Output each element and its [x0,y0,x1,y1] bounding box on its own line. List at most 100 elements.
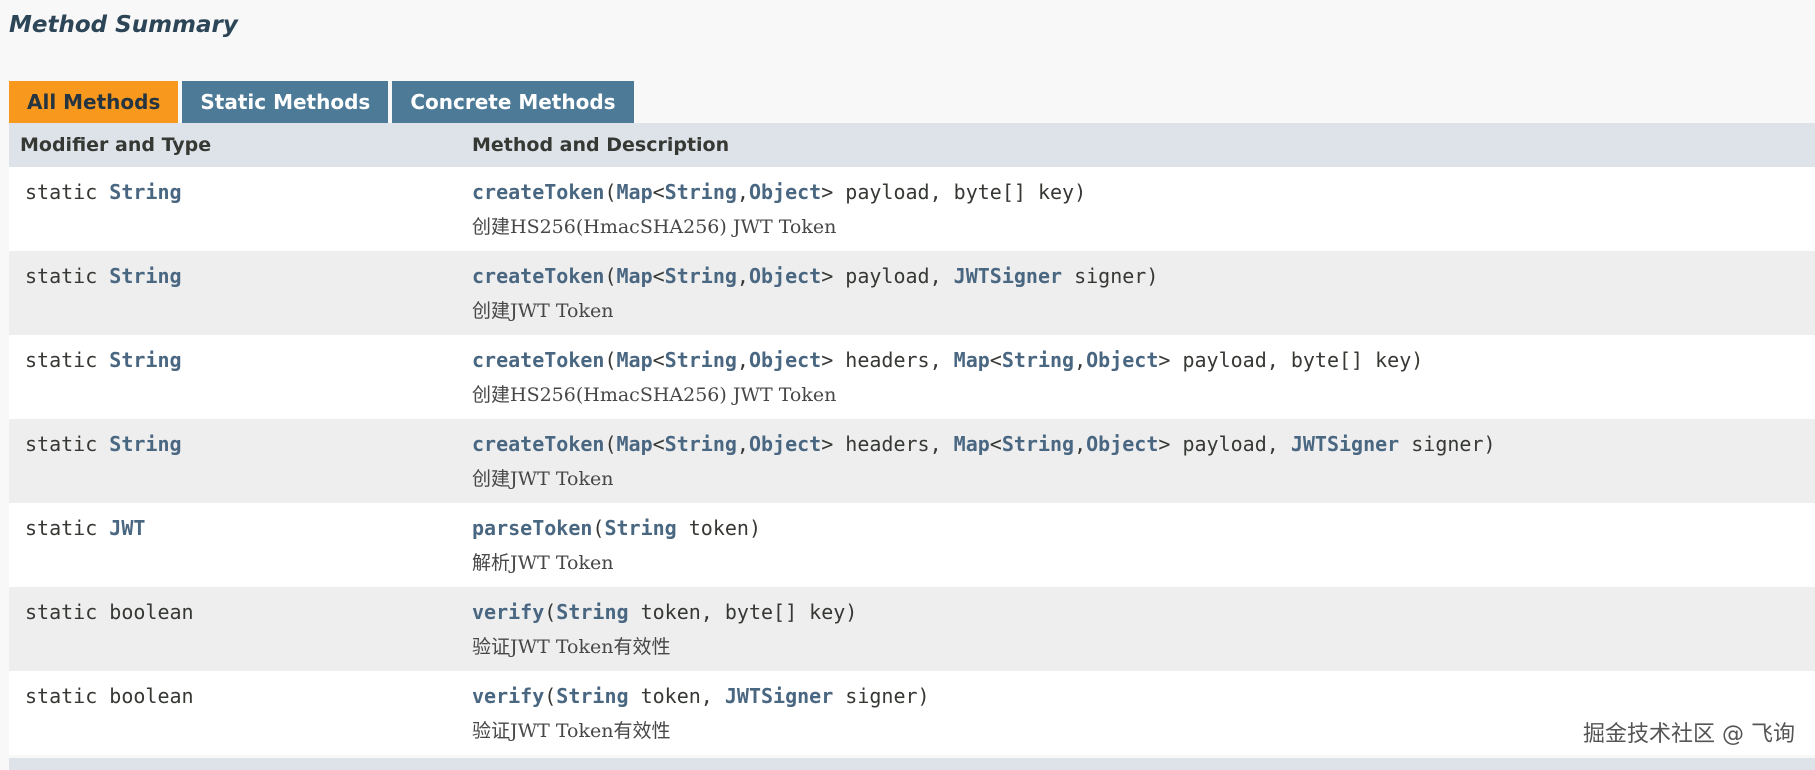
type-link[interactable]: String [1002,432,1074,456]
method-signature: verify(String token, JWTSigner signer) [472,684,930,708]
table-row: static String createToken(Map<String,Obje… [9,335,1815,419]
return-type: boolean [109,684,194,708]
tab-concrete-methods[interactable]: Concrete Methods [392,81,634,123]
method-name-link[interactable]: createToken [472,432,604,456]
return-type: boolean [109,600,194,624]
table-row: static JWT parseToken(String token) 解析JWT … [9,503,1815,587]
tab-static-methods[interactable]: Static Methods [182,81,389,123]
type-link[interactable]: JWTSigner [954,264,1062,288]
modifier-type-cell: static String [9,167,472,250]
type-link[interactable]: String [604,516,676,540]
type-link[interactable]: Map [954,432,990,456]
modifier-type-cell: static boolean [9,587,472,670]
type-link[interactable]: Object [1086,432,1158,456]
table-row: static String createToken(Map<String,Obje… [9,167,1815,251]
signature-text: signer) [1062,264,1159,288]
method-name-link[interactable]: parseToken [472,516,592,540]
method-name-link[interactable]: createToken [472,180,604,204]
method-description: 创建HS256(HmacSHA256) JWT Token [472,384,837,406]
table-body: static String createToken(Map<String,Obje… [9,167,1815,755]
type-link[interactable]: Map [954,348,990,372]
type-link[interactable]: String [1002,348,1074,372]
modifier-keyword: static [25,180,98,204]
type-link[interactable]: String [665,264,737,288]
type-link[interactable]: String [665,348,737,372]
type-link[interactable]: Map [617,180,653,204]
signature-text: signer) [1399,432,1496,456]
return-type-link[interactable]: String [109,264,181,288]
modifier-keyword: static [25,600,98,624]
type-link[interactable]: Map [617,264,653,288]
method-name-link[interactable]: createToken [472,348,604,372]
signature-text: > payload, [821,264,954,288]
signature-text: ( [604,264,617,288]
column-header-method-description: Method and Description [472,134,730,156]
method-name-link[interactable]: verify [472,600,544,624]
method-signature: createToken(Map<String,Object> payload, … [472,264,1158,288]
type-link[interactable]: String [665,432,737,456]
modifier-keyword: static [25,432,98,456]
method-description: 创建HS256(HmacSHA256) JWT Token [472,216,837,238]
modifier-keyword: static [25,516,98,540]
type-link[interactable]: String [665,180,737,204]
table-header: Modifier and Type Method and Description [9,123,1815,167]
method-description: 验证JWT Token有效性 [472,636,671,658]
section-title: Method Summary [9,12,238,38]
modifier-keyword: static [25,684,98,708]
method-name-link[interactable]: createToken [472,264,604,288]
type-link[interactable]: Object [749,432,821,456]
method-summary-table: Modifier and Type Method and Description… [9,123,1815,755]
signature-text: > payload, byte[] key) [821,180,1087,204]
signature-text: < [989,348,1002,372]
signature-text: > headers, [821,348,954,372]
table-row: static boolean verify(String token, byte[… [9,587,1815,671]
type-link[interactable]: Object [749,180,821,204]
signature-text: < [652,432,665,456]
type-link[interactable]: Object [749,348,821,372]
signature-text: , [736,348,749,372]
type-link[interactable]: Object [1086,348,1158,372]
method-signature: parseToken(String token) [472,516,761,540]
return-type-link[interactable]: String [109,348,181,372]
method-name-link[interactable]: verify [472,684,544,708]
method-description-cell: parseToken(String token) 解析JWT Token [472,503,761,586]
signature-text: > headers, [821,432,954,456]
modifier-type-cell: static String [9,419,472,502]
signature-text: , [736,264,749,288]
type-link[interactable]: JWTSigner [1291,432,1399,456]
modifier-type-cell: static String [9,335,472,418]
return-type-link[interactable]: String [109,432,181,456]
signature-text: , [1074,432,1087,456]
method-description-cell: createToken(Map<String,Object> payload, … [472,251,1158,334]
method-description-cell: verify(String token, JWTSigner signer) 验证… [472,671,930,754]
method-signature: createToken(Map<String,Object> headers, … [472,432,1496,456]
type-link[interactable]: JWTSigner [725,684,833,708]
signature-text: , [736,180,749,204]
signature-text: ( [592,516,605,540]
method-signature: verify(String token, byte[] key) [472,600,857,624]
table-row: static String createToken(Map<String,Obje… [9,251,1815,335]
modifier-type-cell: static boolean [9,671,472,754]
modifier-keyword: static [25,348,98,372]
method-description: 验证JWT Token有效性 [472,720,671,742]
method-description-cell: createToken(Map<String,Object> payload, … [472,167,1086,250]
return-type-link[interactable]: String [109,180,181,204]
method-description: 创建JWT Token [472,468,614,490]
type-link[interactable]: String [556,684,628,708]
type-link[interactable]: Map [617,432,653,456]
signature-text: ( [544,684,557,708]
tab-all-methods[interactable]: All Methods [9,81,179,123]
method-description: 创建JWT Token [472,300,614,322]
method-description-cell: verify(String token, byte[] key) 验证JWT To… [472,587,857,670]
signature-text: < [652,348,665,372]
signature-text: , [1074,348,1087,372]
method-signature: createToken(Map<String,Object> headers, … [472,348,1423,372]
type-link[interactable]: Object [749,264,821,288]
method-filter-tabs: All Methods Static Methods Concrete Meth… [9,81,634,123]
signature-text: < [652,264,665,288]
return-type-link[interactable]: JWT [109,516,145,540]
method-description-cell: createToken(Map<String,Object> headers, … [472,335,1423,418]
type-link[interactable]: Map [617,348,653,372]
signature-text: signer) [833,684,930,708]
type-link[interactable]: String [556,600,628,624]
